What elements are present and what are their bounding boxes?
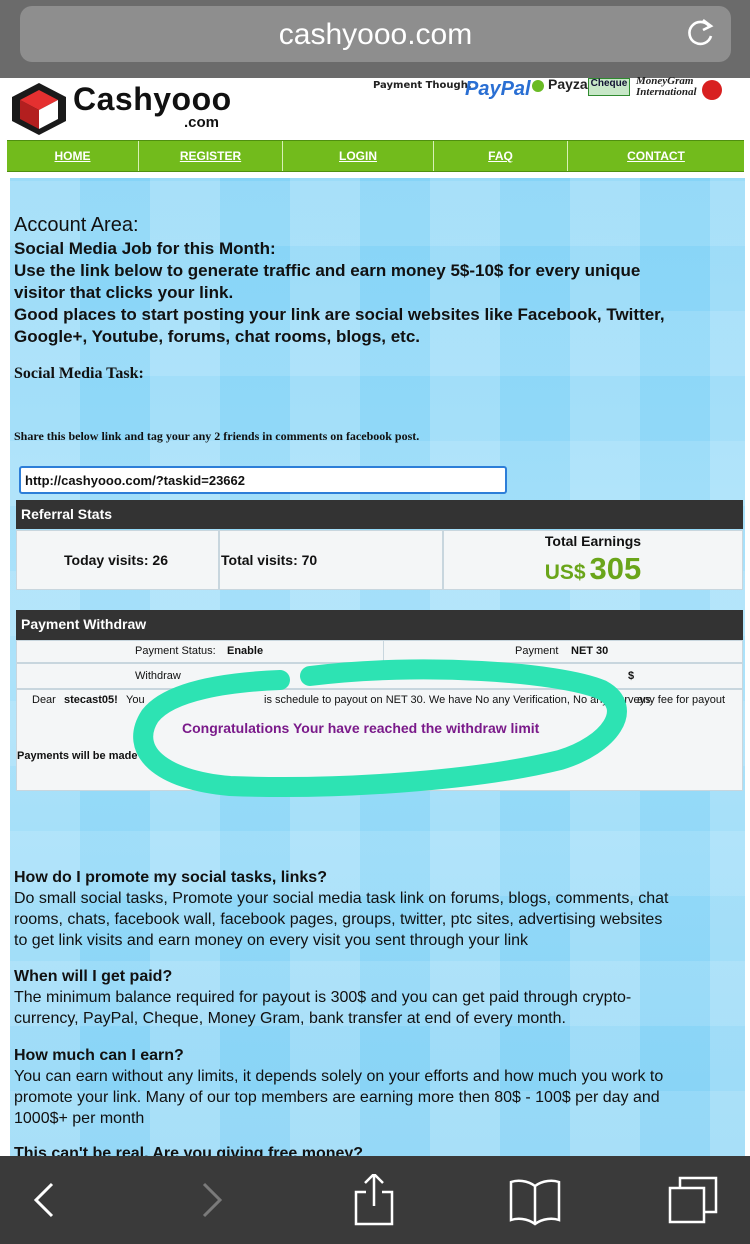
today-visits-cell: Today visits: 26 [16, 530, 219, 590]
payment-value: NET 30 [571, 645, 609, 657]
payment-message-box: Dear stecast05! You is schedule to payou… [16, 689, 743, 791]
browser-toolbar [0, 1156, 750, 1244]
moneygram-logo: MoneyGram International [636, 75, 697, 98]
payment-withdraw-header: Payment Withdraw [16, 610, 743, 640]
account-title: Account Area: [14, 214, 139, 236]
nav-contact[interactable]: CONTACT [568, 141, 744, 171]
today-visits: Today visits: 26 [64, 552, 169, 568]
referral-stats-header: Referral Stats [16, 500, 743, 529]
main-nav: HOME REGISTER LOGIN FAQ CONTACT [7, 140, 744, 172]
faq-question: When will I get paid? [14, 968, 173, 985]
payout-message: is schedule to payout on NET 30. We have… [264, 694, 651, 706]
intro-line: Good places to start posting your link a… [14, 305, 665, 324]
faq-item: When will I get paid? The minimum balanc… [14, 967, 740, 1029]
payment-through-label: Payment Though: [373, 80, 472, 91]
site-header: Cashyooo .com Payment Though: PayPal Pay… [0, 75, 750, 140]
withdraw-label: Withdraw [135, 670, 181, 682]
task-link-input[interactable] [19, 466, 507, 494]
address-bar[interactable]: cashyooo.com [20, 6, 731, 62]
total-visits: Total visits: 70 [221, 552, 318, 568]
faq-answer-line: The minimum balance required for payout … [14, 989, 632, 1006]
intro-line: Google+, Youtube, forums, chat rooms, bl… [14, 327, 421, 346]
total-earnings-label: Total Earnings [544, 533, 642, 549]
logo-cube-icon [12, 83, 66, 135]
logo-domain: .com [184, 114, 220, 131]
faq-answer-line: You can earn without any limits, it depe… [14, 1068, 664, 1085]
cheque-logo: Cheque [588, 78, 630, 96]
payment-status-value: Enable [227, 645, 264, 657]
faq-answer-line: currency, PayPal, Cheque, Money Gram, ba… [14, 1010, 566, 1027]
intro-line: Use the link below to generate traffic a… [14, 261, 641, 280]
share-instructions: Share this below link and tag your any 2… [14, 429, 420, 443]
logo-name[interactable]: Cashyooo [73, 81, 232, 118]
intro-line: visitor that clicks your link. [14, 283, 234, 302]
address-text: cashyooo.com [278, 18, 473, 51]
back-icon[interactable] [16, 1174, 72, 1226]
username: stecast05! [64, 694, 118, 706]
share-icon[interactable] [346, 1174, 402, 1226]
total-earnings-cell: Total Earnings US$ 305 [443, 530, 743, 590]
payment-status-row: Payment Status: Enable Payment NET 30 [16, 640, 743, 663]
paypal-logo: PayPal [465, 78, 531, 100]
bookmarks-icon[interactable] [507, 1174, 563, 1226]
account-area: Account Area: Social Media Job for this … [10, 178, 745, 1162]
nav-faq[interactable]: FAQ [434, 141, 568, 171]
reload-icon[interactable] [683, 16, 717, 50]
payments-made-note: Payments will be made NE [17, 750, 156, 762]
nav-register[interactable]: REGISTER [139, 141, 283, 171]
social-task-title: Social Media Task: [14, 365, 144, 382]
nav-home[interactable]: HOME [7, 141, 139, 171]
payment-status-label: Payment Status: [135, 645, 216, 657]
faq-answer-line: rooms, chats, facebook wall, facebook pa… [14, 911, 663, 928]
payza-logo: Payza [548, 76, 588, 92]
forward-icon[interactable] [184, 1174, 240, 1226]
total-visits-cell: Total visits: 70 [219, 530, 443, 590]
intro-line: Social Media Job for this Month: [14, 239, 276, 258]
faq-answer-line: promote your link. Many of our top membe… [14, 1089, 660, 1106]
message-you: You [126, 694, 145, 706]
faq-answer-line: Do small social tasks, Promote your soci… [14, 890, 669, 907]
account-intro: Social Media Job for this Month: Use the… [14, 238, 734, 348]
faq-question: How much can I earn? [14, 1047, 184, 1064]
browser-url-area: cashyooo.com [0, 0, 750, 78]
moneygram-icon [702, 80, 722, 100]
withdraw-row: Withdraw $ [16, 663, 743, 689]
faq-answer-line: 1000$+ per month [14, 1110, 145, 1127]
withdraw-suffix: $ [628, 670, 635, 682]
faq-question: How do I promote my social tasks, links? [14, 869, 327, 886]
currency: US$ [544, 561, 586, 584]
payment-label: Payment [515, 645, 559, 657]
payza-icon [532, 80, 544, 92]
faq-answer-line: to get link visits and earn money on eve… [14, 932, 529, 949]
dear-prefix: Dear [32, 694, 56, 706]
total-earnings-value: US$ 305 [444, 551, 742, 587]
payout-message-end: any fee for payout [637, 694, 726, 706]
withdraw-limit-message: Congratulations Your have reached the wi… [182, 720, 540, 736]
tabs-icon[interactable] [666, 1174, 722, 1226]
faq-item: How much can I earn? You can earn withou… [14, 1046, 740, 1129]
divider [383, 641, 384, 662]
nav-login[interactable]: LOGIN [283, 141, 434, 171]
faq-item: How do I promote my social tasks, links?… [14, 868, 740, 951]
earnings-amount: 305 [589, 551, 642, 586]
